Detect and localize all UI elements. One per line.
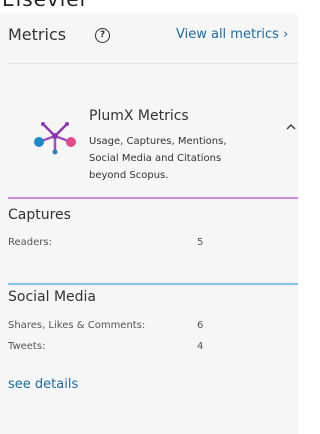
readers-value: 5 <box>197 237 204 248</box>
plumx-logo-icon <box>34 122 76 155</box>
tweets-value: 4 <box>197 341 204 352</box>
view-all-metrics-link[interactable]: View all metrics › <box>176 27 288 42</box>
clipped-heading-text: Elsevier <box>2 0 89 11</box>
metrics-title: Metrics <box>8 25 67 44</box>
plumx-description-line: beyond Scopus. <box>89 170 169 181</box>
see-details-link[interactable]: see details <box>8 377 78 392</box>
plumx-title: PlumX Metrics <box>89 108 189 124</box>
clipped-top-heading: Elsevier <box>0 0 298 11</box>
plumx-description: Usage, Captures, Mentions, Social Media … <box>89 133 264 184</box>
shares-likes-comments-value: 6 <box>197 320 204 331</box>
plumx-accent-divider <box>8 197 298 199</box>
shares-likes-comments-label: Shares, Likes & Comments: <box>8 320 146 331</box>
plumx-description-line: Social Media and Citations <box>89 153 222 164</box>
readers-label: Readers: <box>8 237 52 248</box>
chevron-up-icon[interactable] <box>286 123 296 130</box>
tweets-label: Tweets: <box>8 341 46 352</box>
header-divider <box>8 63 298 64</box>
plumx-description-line: Usage, Captures, Mentions, <box>89 136 227 147</box>
help-icon[interactable]: ? <box>95 28 110 43</box>
captures-heading: Captures <box>8 207 71 223</box>
metrics-panel: Metrics ? View all metrics › PlumX Metri… <box>0 14 298 434</box>
metrics-header: Metrics ? View all metrics › <box>8 25 298 47</box>
section-divider <box>8 283 298 285</box>
social-media-heading: Social Media <box>8 289 97 305</box>
